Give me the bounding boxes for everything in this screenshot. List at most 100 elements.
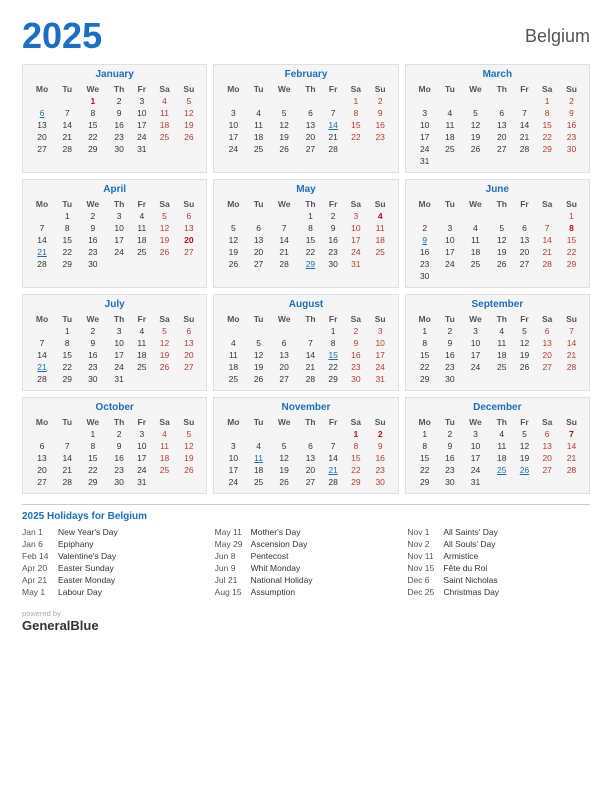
cal-day: 10 (368, 337, 393, 349)
month-name: February (219, 69, 392, 80)
month-block-december: DecemberMoTuWeThFrSaSu123456789101112131… (405, 397, 590, 494)
weekday-header: Mo (219, 198, 247, 210)
cal-day (559, 476, 584, 488)
cal-day: 30 (411, 270, 439, 282)
cal-day: 7 (56, 440, 78, 452)
cal-day: 17 (461, 452, 490, 464)
cal-day (219, 210, 247, 222)
cal-day: 24 (107, 246, 131, 258)
weekday-header: Fr (514, 416, 536, 428)
cal-day (107, 258, 131, 270)
cal-day: 10 (411, 119, 439, 131)
holiday-date: Jun 9 (215, 563, 247, 573)
cal-day: 10 (461, 337, 490, 349)
cal-day: 26 (176, 131, 201, 143)
cal-day: 30 (107, 476, 131, 488)
cal-day (247, 428, 269, 440)
holiday-item: Dec 25Christmas Day (407, 587, 590, 597)
weekday-header: We (270, 198, 299, 210)
weekday-header: Th (490, 198, 514, 210)
holiday-item: Jun 8Pentecost (215, 551, 398, 561)
holiday-item: Jan 6Epiphany (22, 539, 205, 549)
cal-day (176, 476, 201, 488)
cal-table: MoTuWeThFrSaSu12345678910111213141516171… (219, 198, 392, 270)
holiday-name: Christmas Day (443, 587, 499, 597)
holiday-name: Fête du Roi (443, 563, 487, 573)
cal-day: 20 (490, 131, 514, 143)
cal-day: 20 (270, 361, 299, 373)
cal-day: 18 (247, 131, 269, 143)
cal-day (514, 270, 536, 282)
cal-day: 13 (514, 234, 536, 246)
cal-day: 31 (344, 258, 368, 270)
cal-day (247, 325, 269, 337)
cal-day: 14 (535, 234, 559, 246)
cal-day: 6 (299, 107, 323, 119)
month-name: December (411, 402, 584, 413)
weekday-header: Th (107, 416, 131, 428)
weekday-header: Th (299, 416, 323, 428)
cal-day: 15 (78, 452, 107, 464)
cal-day (490, 210, 514, 222)
cal-day: 2 (559, 95, 584, 107)
cal-day: 23 (78, 361, 107, 373)
cal-day (559, 270, 584, 282)
cal-day: 22 (559, 246, 584, 258)
cal-day: 17 (107, 234, 131, 246)
cal-day: 9 (368, 107, 393, 119)
cal-day (299, 325, 323, 337)
cal-day (270, 325, 299, 337)
cal-day: 20 (535, 452, 559, 464)
cal-day: 8 (56, 337, 78, 349)
cal-day: 22 (322, 361, 344, 373)
cal-day: 11 (461, 234, 490, 246)
brand-second: Blue (70, 618, 98, 633)
cal-day: 1 (344, 428, 368, 440)
month-block-october: OctoberMoTuWeThFrSaSu1234567891011121314… (22, 397, 207, 494)
cal-day (535, 210, 559, 222)
cal-day: 11 (153, 440, 177, 452)
holiday-item: Feb 14Valentine's Day (22, 551, 205, 561)
cal-day: 17 (439, 246, 461, 258)
weekday-header: Sa (153, 198, 177, 210)
holiday-date: May 29 (215, 539, 247, 549)
cal-day: 26 (461, 143, 490, 155)
cal-day: 12 (514, 337, 536, 349)
cal-day: 17 (131, 119, 153, 131)
year-title: 2025 (22, 18, 102, 54)
weekday-header: We (78, 198, 107, 210)
cal-day (439, 155, 461, 167)
holiday-item: Nov 11Armistice (407, 551, 590, 561)
cal-day: 21 (535, 246, 559, 258)
cal-day: 25 (153, 464, 177, 476)
cal-day (461, 95, 490, 107)
weekday-header: Su (176, 83, 201, 95)
holiday-date: Jan 1 (22, 527, 54, 537)
cal-day: 1 (78, 428, 107, 440)
cal-day: 27 (535, 361, 559, 373)
weekday-header: Fr (322, 198, 344, 210)
cal-day (461, 373, 490, 385)
month-name: September (411, 299, 584, 310)
cal-day: 21 (322, 464, 344, 476)
cal-day: 28 (559, 464, 584, 476)
header: 2025 Belgium (22, 18, 590, 54)
cal-day: 30 (344, 373, 368, 385)
weekday-header: Tu (439, 416, 461, 428)
cal-day: 4 (247, 107, 269, 119)
cal-day: 19 (270, 131, 299, 143)
calendars-grid: JanuaryMoTuWeThFrSaSu1234567891011121314… (22, 64, 590, 494)
weekday-header: Th (299, 198, 323, 210)
cal-day: 3 (131, 95, 153, 107)
cal-day (28, 95, 56, 107)
month-name: March (411, 69, 584, 80)
weekday-header: Su (559, 198, 584, 210)
cal-day: 3 (461, 325, 490, 337)
cal-day: 13 (535, 440, 559, 452)
holiday-date: May 11 (215, 527, 247, 537)
cal-day: 8 (344, 107, 368, 119)
holiday-item: Apr 21Easter Monday (22, 575, 205, 585)
cal-day: 6 (28, 440, 56, 452)
cal-day: 25 (461, 258, 490, 270)
cal-day: 14 (559, 440, 584, 452)
